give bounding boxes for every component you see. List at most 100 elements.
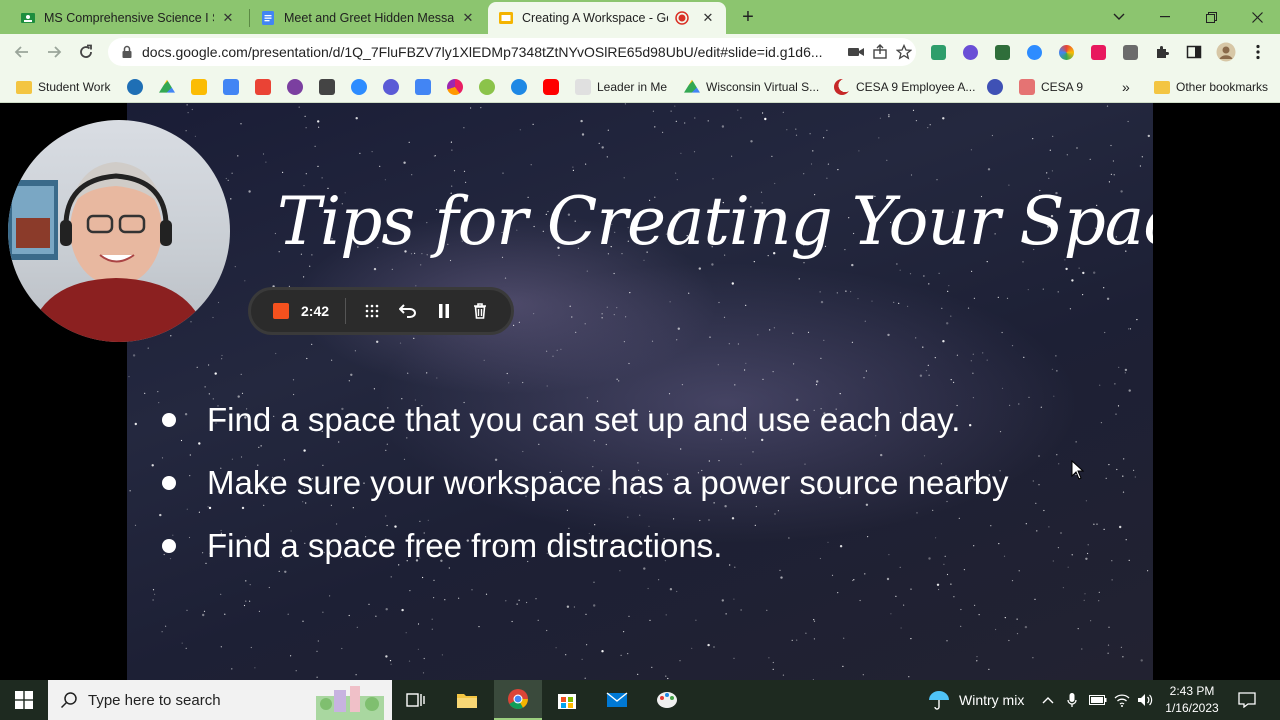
bookmark-drive[interactable] — [159, 76, 181, 98]
close-window-button[interactable] — [1234, 0, 1280, 34]
bookmark-calendar[interactable] — [223, 76, 245, 98]
drive-icon — [159, 79, 175, 93]
side-panel-icon[interactable] — [1182, 40, 1206, 64]
folder-icon — [16, 80, 32, 94]
camera-icon[interactable] — [844, 40, 868, 64]
store-button[interactable] — [543, 680, 591, 720]
battery-icon[interactable] — [1089, 680, 1107, 720]
mouse-cursor-icon — [1071, 460, 1085, 480]
reload-button[interactable] — [74, 40, 98, 64]
more-bookmarks-button[interactable]: » — [1122, 76, 1130, 98]
bookmark-acorn[interactable] — [479, 76, 501, 98]
show-hidden-icons-button[interactable] — [1042, 680, 1054, 720]
extension-screencastify-icon[interactable] — [1086, 40, 1110, 64]
bookmark-bulb[interactable] — [287, 76, 309, 98]
bookmark-student-work[interactable]: Student Work — [16, 76, 110, 98]
notifications-button[interactable] — [1238, 680, 1256, 720]
reload-icon — [80, 44, 92, 58]
extension-green-icon[interactable] — [926, 40, 950, 64]
search-highlight-illustration — [316, 686, 384, 720]
bookmark-leader-in-me[interactable]: Leader in Me — [575, 76, 667, 98]
weather-widget[interactable]: Wintry mix — [928, 680, 1024, 720]
acorn-icon — [479, 79, 495, 95]
slide[interactable]: Tips for Creating Your Space Find a spac… — [127, 103, 1153, 680]
bookmark-calendar-31[interactable] — [415, 76, 437, 98]
other-bookmarks-folder[interactable]: Other bookmarks — [1154, 76, 1268, 98]
tab-title: Creating A Workspace - Goo — [522, 11, 668, 25]
gmail-icon — [255, 79, 271, 95]
bookmark-cesa9[interactable]: CESA 9 — [1019, 76, 1083, 98]
tab-strip: MS Comprehensive Science I S2 ✕ Meet and… — [0, 0, 1280, 34]
tab-search-chevron-icon[interactable] — [1096, 0, 1142, 34]
extension-puzzle-gray-icon[interactable] — [1118, 40, 1142, 64]
bullet-dot-icon — [162, 475, 176, 490]
address-bar[interactable]: docs.google.com/presentation/d/1Q_7FluFB… — [108, 38, 916, 66]
browser-window-frame: MS Comprehensive Science I S2 ✕ Meet and… — [0, 0, 1280, 103]
bookmark-asterisk[interactable] — [383, 76, 405, 98]
drag-handle-icon[interactable] — [360, 299, 384, 323]
bookmark-gmail[interactable] — [255, 76, 277, 98]
stop-recording-button[interactable] — [273, 303, 289, 319]
bookmark-label: Other bookmarks — [1176, 80, 1269, 94]
bookmark-star-icon[interactable] — [892, 40, 916, 64]
bullet-list: Find a space that you can set up and use… — [159, 388, 1139, 577]
forward-button[interactable] — [42, 40, 66, 64]
tab-ms-comprehensive-science[interactable]: MS Comprehensive Science I S2 ✕ — [10, 2, 246, 34]
undo-icon[interactable] — [396, 299, 420, 323]
minimize-button[interactable] — [1142, 0, 1188, 34]
bookmark-safari[interactable] — [511, 76, 533, 98]
start-button[interactable] — [0, 680, 48, 720]
chrome-taskbar-button[interactable] — [494, 680, 542, 720]
taskbar-clock[interactable]: 2:43 PM 1/16/2023 — [1160, 683, 1224, 717]
pause-icon[interactable] — [432, 299, 456, 323]
extension-asterisk-icon[interactable] — [958, 40, 982, 64]
task-view-button[interactable] — [392, 680, 440, 720]
cesa-icon — [1019, 79, 1035, 95]
calendar-icon — [223, 79, 239, 95]
mail-icon — [606, 692, 628, 707]
microphone-tray-icon[interactable] — [1067, 680, 1077, 720]
extensions-puzzle-icon[interactable] — [1150, 40, 1174, 64]
new-tab-button[interactable]: + — [737, 6, 759, 28]
bookmark-infinity[interactable] — [987, 76, 1009, 98]
bookmark-schoology[interactable] — [127, 76, 149, 98]
bookmark-pie[interactable] — [447, 76, 469, 98]
bookmark-zoom[interactable] — [351, 76, 373, 98]
bullet-text: Find a space that you can set up and use… — [207, 400, 961, 438]
paint-button[interactable] — [643, 680, 691, 720]
bookmark-wisconsin-virtual[interactable]: Wisconsin Virtual S... — [684, 76, 819, 98]
restore-button[interactable] — [1188, 0, 1234, 34]
clock-time: 2:43 PM — [1169, 684, 1215, 698]
bullet-item: Find a space that you can set up and use… — [159, 388, 1139, 451]
tab-close-icon[interactable]: ✕ — [460, 10, 476, 26]
extension-zoom-icon[interactable] — [1022, 40, 1046, 64]
bookmark-car[interactable] — [319, 76, 341, 98]
tab-close-icon[interactable]: ✕ — [700, 10, 716, 26]
extension-doc-icon[interactable] — [990, 40, 1014, 64]
share-icon[interactable] — [868, 40, 892, 64]
calendar31-icon — [415, 79, 431, 95]
bookmark-keep[interactable] — [191, 76, 213, 98]
lock-icon — [122, 45, 132, 58]
volume-icon[interactable] — [1137, 680, 1153, 720]
tab-close-icon[interactable]: ✕ — [220, 10, 236, 26]
infinity-icon — [987, 79, 1003, 95]
extension-color-wheel-icon[interactable] — [1054, 40, 1078, 64]
wifi-icon[interactable] — [1114, 680, 1130, 720]
lim-icon — [575, 79, 591, 95]
trash-icon[interactable] — [468, 299, 492, 323]
menu-kebab-icon[interactable] — [1246, 40, 1270, 64]
profile-avatar[interactable] — [1214, 40, 1238, 64]
tab-creating-a-workspace[interactable]: Creating A Workspace - Goo ✕ — [488, 2, 726, 34]
tab-title: Meet and Greet Hidden Message — [284, 11, 454, 25]
mail-button[interactable] — [593, 680, 641, 720]
tab-meet-and-greet[interactable]: Meet and Greet Hidden Message ✕ — [250, 2, 486, 34]
url-text: docs.google.com/presentation/d/1Q_7FluFB… — [142, 44, 823, 60]
webcam-bubble[interactable] — [8, 120, 230, 342]
taskbar-search-box[interactable]: Type here to search — [48, 680, 392, 720]
back-button[interactable] — [10, 40, 34, 64]
bookmark-cesa9-employee[interactable]: CESA 9 Employee A... — [834, 76, 975, 98]
store-icon — [558, 694, 576, 709]
file-explorer-button[interactable] — [443, 680, 491, 720]
bookmark-youtube[interactable] — [543, 76, 565, 98]
